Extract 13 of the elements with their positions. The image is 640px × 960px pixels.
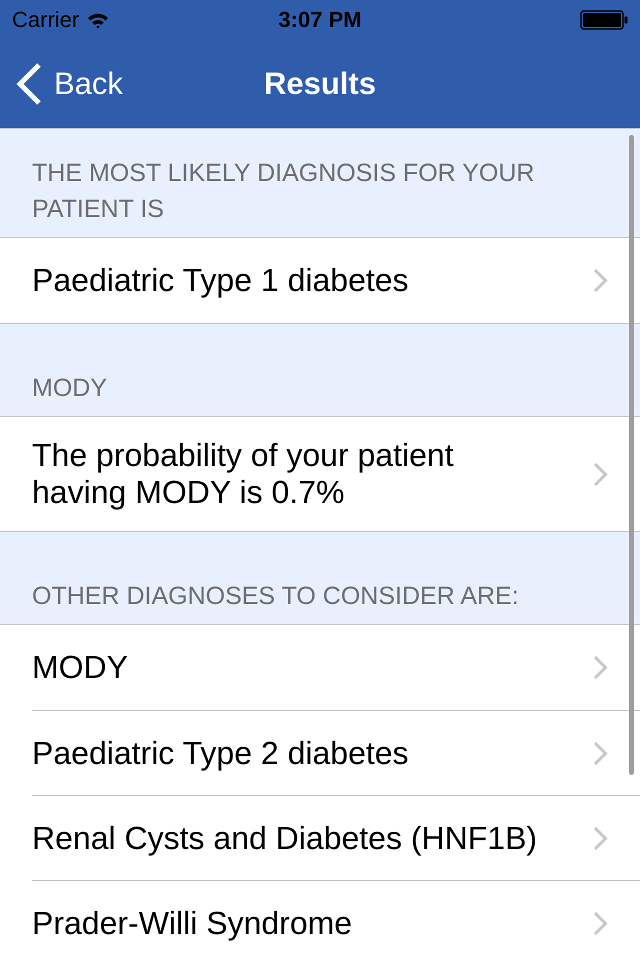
back-chevron-icon	[16, 63, 42, 105]
chevron-icon	[593, 268, 608, 293]
battery-icon	[580, 10, 628, 30]
wifi-icon	[87, 12, 110, 28]
status-time: 3:07 PM	[278, 7, 362, 33]
chevron-icon	[593, 740, 608, 766]
screen-title: Results	[264, 66, 376, 102]
chevron-icon	[593, 910, 608, 936]
chevron-icon	[593, 462, 608, 486]
chevron-icon	[593, 826, 608, 850]
chevron-icon	[593, 655, 608, 680]
back-button[interactable]: Back	[16, 63, 123, 105]
carrier-name: Carrier	[12, 7, 80, 33]
